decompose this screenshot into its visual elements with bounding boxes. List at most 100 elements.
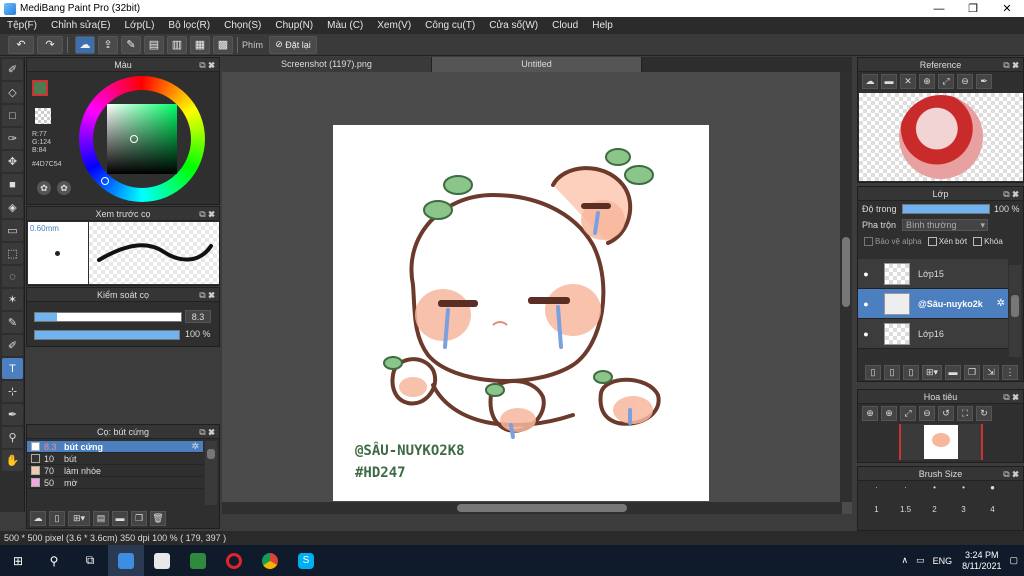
protect-alpha-checkbox[interactable] — [864, 236, 873, 246]
task-view-icon[interactable]: ⧉ — [72, 545, 108, 576]
reference-close-icon[interactable]: ✕ — [900, 73, 916, 89]
brush-settings-icon[interactable]: ▤ — [93, 510, 109, 526]
panel-controls-icon[interactable]: ⧉ ✖ — [199, 288, 215, 302]
brush-item[interactable]: 10 bút — [27, 453, 203, 465]
excel-taskbar-icon[interactable] — [180, 545, 216, 576]
menu-help[interactable]: Help — [585, 20, 620, 31]
blend-select[interactable]: Bình thường ▾ — [902, 219, 988, 231]
menu-snap[interactable]: Chụp(N) — [268, 20, 320, 31]
page-icon[interactable]: ▥ — [167, 35, 187, 54]
brush-size-slider[interactable] — [34, 312, 182, 322]
nav-fit-icon[interactable]: ⤢ — [900, 405, 916, 421]
select-eraser-icon[interactable]: ✐ — [2, 335, 23, 356]
menu-window[interactable]: Cửa số(W) — [482, 20, 545, 31]
palette-add-icon[interactable]: ✿ — [57, 181, 71, 195]
saturation-square[interactable] — [107, 104, 177, 174]
visibility-icon[interactable]: ● — [858, 269, 874, 279]
cloud-icon[interactable]: ☁ — [75, 35, 95, 54]
hue-wheel[interactable] — [79, 76, 205, 202]
zoom-out-icon[interactable]: ⊖ — [957, 73, 973, 89]
menu-color[interactable]: Màu (C) — [320, 20, 370, 31]
tray-chevron-icon[interactable]: ∧ — [901, 555, 908, 566]
drawing-canvas[interactable]: @SÂU-NUYKO2K8 #HD247 — [333, 125, 709, 501]
layer-scrollbar[interactable] — [1009, 265, 1021, 357]
bucket-tool-icon[interactable]: ◈ — [2, 197, 23, 218]
new-layer-2-icon[interactable]: ▯ — [884, 364, 900, 380]
brush-size-cell[interactable]: • 2 — [920, 483, 949, 527]
add-brush-icon[interactable]: ⊞▾ — [68, 510, 90, 526]
skype-taskbar-icon[interactable]: S — [288, 545, 324, 576]
notification-icon[interactable]: ▢ — [1009, 555, 1018, 566]
menu-edit[interactable]: Chỉnh sửa(E) — [44, 20, 118, 31]
grid-icon[interactable]: ▦ — [190, 35, 210, 54]
brush-size-cell[interactable]: · 1 — [862, 483, 891, 527]
move-tool-icon[interactable]: ✥ — [2, 151, 23, 172]
menu-filter[interactable]: Bộ lọc(R) — [161, 20, 217, 31]
taskbar-search-icon[interactable]: ⚲ — [36, 545, 72, 576]
redo-icon[interactable]: ↷ — [37, 35, 63, 54]
opera-taskbar-icon[interactable] — [216, 545, 252, 576]
text-tool-icon[interactable]: T — [2, 358, 23, 379]
close-button[interactable]: ✕ — [990, 0, 1024, 17]
eyedropper-icon[interactable]: ⚲ — [2, 427, 23, 448]
brush-item[interactable]: 70 làm nhòe — [27, 465, 203, 477]
menu-view[interactable]: Xem(V) — [370, 20, 418, 31]
new-layer-3-icon[interactable]: ▯ — [903, 364, 919, 380]
new-brush-icon[interactable]: ▯ — [49, 510, 65, 526]
fit-icon[interactable]: ⤢ — [938, 73, 954, 89]
hand-tool-icon[interactable]: ✋ — [2, 450, 23, 471]
clock[interactable]: 3:24 PM 8/11/2021 — [962, 550, 1001, 572]
layer-merge-icon[interactable]: ⇲ — [983, 364, 999, 380]
layout-icon[interactable]: ▩ — [213, 35, 233, 54]
chrome-taskbar-icon[interactable] — [252, 545, 288, 576]
dot-brush-icon[interactable]: ✑ — [2, 128, 23, 149]
fill-shape-icon[interactable]: ■ — [2, 174, 23, 195]
panel-controls-icon[interactable]: ⧉ ✖ — [1003, 58, 1019, 72]
visibility-icon[interactable]: ● — [858, 299, 874, 309]
clipping-checkbox[interactable] — [927, 236, 937, 246]
rotate-left-icon[interactable]: ↺ — [938, 405, 954, 421]
brush-list-scroll-thumb[interactable] — [207, 449, 215, 459]
layer-menu-icon[interactable]: ⋮ — [1002, 364, 1018, 380]
horizontal-scroll-thumb[interactable] — [457, 504, 627, 512]
layer-scroll-thumb[interactable] — [1011, 295, 1019, 317]
color-picker-cursor[interactable] — [130, 135, 138, 143]
horizontal-scrollbar[interactable] — [222, 502, 842, 514]
nav-zoom-in-icon[interactable]: ⊕ — [862, 405, 878, 421]
panel-controls-icon[interactable]: ⧉ ✖ — [199, 58, 215, 72]
undo-icon[interactable]: ↶ — [8, 35, 34, 54]
reference-open-icon[interactable]: ▬ — [881, 73, 897, 89]
brush-size-cell[interactable]: ● 4 — [978, 483, 1007, 527]
menu-cloud[interactable]: Cloud — [545, 20, 585, 31]
hue-cursor[interactable] — [101, 177, 109, 185]
panel-controls-icon[interactable]: ⧉ ✖ — [199, 207, 215, 221]
select-pen-icon[interactable]: ✎ — [2, 312, 23, 333]
folder-icon[interactable]: ▬ — [112, 510, 128, 526]
dropper-pen-icon[interactable]: ✒ — [2, 404, 23, 425]
brush-tool-icon[interactable]: ✐ — [2, 59, 23, 80]
layer-item[interactable]: ● @Sâu-nuyko2k ✲ — [858, 289, 1008, 319]
menu-file[interactable]: Tệp(F) — [0, 20, 44, 31]
navigator-preview[interactable] — [898, 424, 983, 460]
eraser-tool-icon[interactable]: ◇ — [2, 82, 23, 103]
gear-icon[interactable]: ✲ — [191, 441, 199, 452]
menu-layer[interactable]: Lớp(L) — [118, 20, 162, 31]
new-layer-icon[interactable]: ▯ — [865, 364, 881, 380]
menu-select[interactable]: Chọn(S) — [217, 20, 268, 31]
visibility-icon[interactable]: ● — [858, 329, 874, 339]
minimize-button[interactable]: — — [922, 0, 956, 17]
brush-opacity-slider[interactable] — [34, 330, 180, 340]
reset-button[interactable]: ⊘ Đặt lại — [269, 35, 318, 54]
zoom-in-icon[interactable]: ⊕ — [919, 73, 935, 89]
nav-fullscreen-icon[interactable]: ⛶ — [957, 405, 973, 421]
panel-controls-icon[interactable]: ⧉ ✖ — [199, 425, 215, 439]
operation-tool-icon[interactable]: ⊹ — [2, 381, 23, 402]
add-layer-icon[interactable]: ⊞▾ — [922, 364, 942, 380]
layer-duplicate-icon[interactable]: ❐ — [964, 364, 980, 380]
reference-cloud-icon[interactable]: ☁ — [862, 73, 878, 89]
nav-zoom-out-icon[interactable]: ⊖ — [919, 405, 935, 421]
rotate-right-icon[interactable]: ↻ — [976, 405, 992, 421]
brush-size-cell[interactable]: • 3 — [949, 483, 978, 527]
brush-list-scrollbar[interactable] — [205, 441, 217, 505]
medibang-taskbar-icon[interactable] — [108, 545, 144, 576]
